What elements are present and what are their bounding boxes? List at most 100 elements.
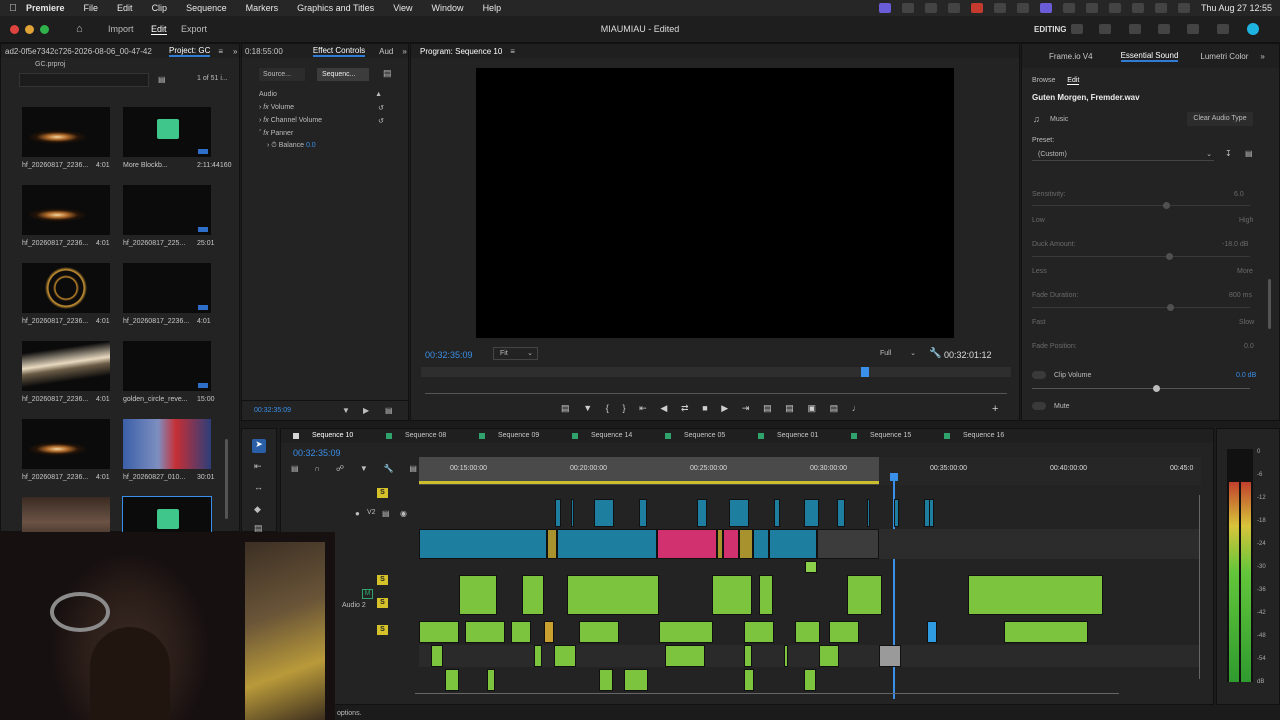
status-app-icon[interactable] [947,3,960,13]
preset-select[interactable]: (Custom) ⌄ [1032,148,1214,161]
track-select-tool[interactable]: ⇤ [254,461,262,472]
menu-app[interactable]: Premiere [26,3,65,13]
track-lane[interactable] [419,575,1199,615]
media-thumbnail[interactable] [22,341,110,391]
status-app-icon[interactable] [1085,3,1098,13]
media-thumbnail[interactable] [123,341,211,391]
media-thumbnail[interactable] [123,185,211,235]
linked-selection-icon[interactable]: ☍ [336,464,344,476]
effect-controls-tab[interactable]: Effect Controls [312,46,366,57]
sequence-tab[interactable]: Sequence 14 [591,432,632,439]
timeline-clip[interactable] [739,529,753,559]
status-app-icon[interactable] [970,3,983,13]
clip-volume-value[interactable]: 0.0 dB [1236,372,1256,379]
duck-amount-slider[interactable] [1032,256,1250,257]
razor-tool[interactable]: ◆ [254,504,261,515]
video-preview[interactable] [476,68,954,338]
timeline-clip[interactable] [1004,621,1088,643]
status-app-icon[interactable] [1062,3,1075,13]
timeline-clip[interactable] [968,575,1103,615]
project-scrollbar[interactable] [225,439,228,519]
timeline-clip[interactable] [567,575,659,615]
panel-overflow-icon[interactable]: » [1260,52,1264,61]
toggle-sync-icon[interactable]: ▤ [382,509,390,518]
workspaces-icon[interactable] [1071,24,1083,34]
snap-icon[interactable]: ∩ [314,464,320,476]
save-preset-icon[interactable]: ↧ [1225,149,1232,158]
solo-button[interactable]: S [377,488,388,498]
extract-icon[interactable]: ▤ [785,403,794,417]
timeline-clip[interactable] [557,529,657,559]
sequence-tab[interactable]: Sequence 01 [777,432,818,439]
essential-sound-scrollbar[interactable] [1268,279,1271,329]
track-lane[interactable] [419,561,1199,573]
media-name[interactable]: hf_20260817_2236... [22,474,88,481]
timeline-clip[interactable] [804,499,819,527]
timeline-clip[interactable] [795,621,820,643]
program-playhead[interactable] [861,367,869,377]
sensitivity-value[interactable]: 6.0 [1234,191,1244,198]
media-name[interactable]: hf_20260817_2236... [22,318,88,325]
solo-button[interactable]: S [377,598,388,608]
timeline-clip[interactable] [459,575,497,615]
menu-help[interactable]: Help [483,3,502,13]
import-tab[interactable]: Import [108,24,134,34]
eye-icon[interactable]: ◉ [400,509,407,518]
project-search-input[interactable] [19,73,149,87]
media-thumbnail[interactable] [22,263,110,313]
timeline-clip[interactable] [445,669,459,691]
media-thumbnail[interactable] [123,419,211,469]
timeline-clip[interactable] [817,529,879,559]
zoom-scrollbar[interactable] [425,393,1007,394]
mute-toggle[interactable] [1032,402,1046,410]
settings-icon[interactable] [1187,24,1199,34]
tab-browse[interactable]: Browse [1032,77,1055,84]
media-thumbnail[interactable] [123,107,211,157]
clock[interactable]: Thu Aug 27 12:55 [1201,3,1272,13]
source-button[interactable]: Source... [259,68,305,81]
timeline-clip[interactable] [487,669,495,691]
go-to-in-icon[interactable]: ⇤ [639,403,647,417]
search-icon[interactable] [1158,24,1170,34]
fullscreen-icon[interactable] [1217,24,1229,34]
menu-sequence[interactable]: Sequence [186,3,227,13]
timeline-clip[interactable] [659,621,713,643]
sequence-tab[interactable]: Sequence 15 [870,432,911,439]
timeline-clip[interactable] [547,529,557,559]
track-lane[interactable] [419,529,1199,559]
menu-clip[interactable]: Clip [152,3,168,13]
timeline-clip[interactable] [769,529,817,559]
solo-button[interactable]: S [377,625,388,635]
wrench-icon[interactable]: 🔧 [929,348,941,359]
add-marker-icon[interactable]: ▼ [360,464,368,476]
timeline-horizontal-scrollbar[interactable] [415,693,1119,694]
delete-preset-icon[interactable]: ▤ [1245,149,1253,158]
volume-row[interactable]: › fx Volume ↺ [259,104,384,112]
panel-toggle-icon[interactable]: ▤ [383,68,392,79]
chevron-right-icon[interactable]: › [259,104,261,111]
fade-duration-knob[interactable] [1167,304,1174,311]
export-icon[interactable]: ▤ [385,406,393,415]
timeline-clip[interactable] [879,645,901,667]
timeline-clip[interactable] [431,645,443,667]
clip-volume-slider[interactable] [1032,388,1250,389]
timeline-clip[interactable] [657,529,717,559]
filter-icon[interactable]: ▼ [342,406,350,415]
panel-menu-icon[interactable]: ≡ [218,47,223,56]
balance-row[interactable]: › ⏱ Balance 0.0 [267,142,408,150]
battery-icon[interactable] [1108,3,1121,13]
progress-icon[interactable] [1129,24,1141,34]
playhead-handle[interactable] [890,473,898,481]
timeline-clip[interactable] [829,621,859,643]
duck-amount-value[interactable]: -18.0 dB [1222,241,1248,248]
sequence-tab[interactable]: Sequence 16 [963,432,1004,439]
play-only-audio-icon[interactable]: ▶ [363,406,369,415]
clear-audio-type-button[interactable]: Clear Audio Type [1187,112,1253,126]
lift-icon[interactable]: ▤ [763,403,772,417]
zoom-window-button[interactable] [40,25,49,34]
workspace-label[interactable]: EDITING [1034,25,1066,34]
media-name[interactable]: hf_20260817_225... [123,240,185,247]
timeline-clip[interactable] [419,621,459,643]
status-app-icon[interactable] [1016,3,1029,13]
resolution-select[interactable]: Full ⌄ [876,347,916,360]
